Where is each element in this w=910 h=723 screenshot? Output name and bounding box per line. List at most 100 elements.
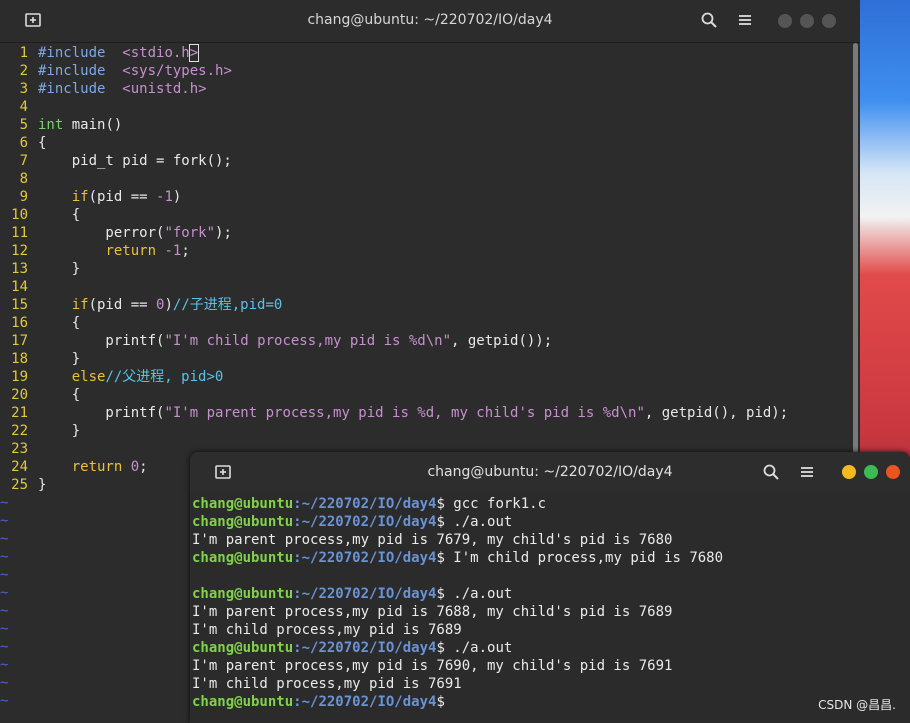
output-text: I'm child process,my pid is 7689	[192, 622, 462, 638]
output-text: I'm child process,my pid is 7691	[192, 676, 462, 692]
tilde-marker: ~	[0, 639, 9, 655]
line-number: 22	[11, 423, 28, 439]
code-token: return	[71, 459, 123, 475]
code-token: );	[215, 225, 232, 241]
code-line[interactable]: 24 return 0;	[0, 458, 148, 476]
close-button[interactable]	[886, 465, 900, 479]
line-number: 13	[11, 261, 28, 277]
code-token: ;	[181, 243, 190, 259]
code-line[interactable]: 6{	[0, 134, 47, 152]
tilde-marker: ~	[0, 693, 9, 709]
code-token: }	[38, 423, 81, 439]
code-token: "I'm parent process,my pid is %d, my chi…	[164, 405, 645, 421]
line-number: 1	[19, 45, 28, 61]
code-token: ;	[139, 459, 148, 475]
code-line[interactable]: 7 pid_t pid = fork();	[0, 152, 232, 170]
maximize-button[interactable]	[800, 14, 814, 28]
prompt-user: chang@ubuntu	[192, 550, 294, 566]
maximize-button[interactable]	[864, 465, 878, 479]
code-line[interactable]: 18 }	[0, 350, 80, 368]
code-token: else	[71, 369, 106, 385]
code-token: (pid ==	[88, 297, 157, 313]
code-token: 0	[130, 459, 140, 475]
code-line[interactable]: 14	[0, 278, 38, 296]
code-line[interactable]: 12 return -1;	[0, 242, 190, 260]
line-number: 21	[11, 405, 28, 421]
line-number: 6	[19, 135, 28, 151]
command-text: $ ./a.out	[436, 586, 513, 602]
line-number: 4	[19, 99, 28, 115]
empty-buffer-line: ~	[0, 692, 12, 710]
code-token: <unistd.h>	[122, 81, 207, 97]
prompt-line: chang@ubuntu:~/220702/IO/day4$ I'm child…	[192, 549, 723, 567]
code-line[interactable]: 22 }	[0, 422, 80, 440]
output-text: I'm parent process,my pid is 7679, my ch…	[192, 532, 673, 548]
tilde-marker: ~	[0, 675, 9, 691]
empty-buffer-line: ~	[0, 602, 12, 620]
code-token: pid_t pid = fork();	[38, 153, 232, 169]
output-line: I'm child process,my pid is 7691	[192, 675, 462, 693]
code-line[interactable]: 10 {	[0, 206, 80, 224]
prompt-user: chang@ubuntu	[192, 514, 294, 530]
code-token: (pid ==	[88, 189, 157, 205]
code-line[interactable]: 2 #include <sys/types.h>	[0, 62, 232, 80]
minimize-button[interactable]	[778, 14, 792, 28]
code-line[interactable]: 4	[0, 98, 38, 116]
search-icon[interactable]	[762, 463, 782, 483]
code-line[interactable]: 13 }	[0, 260, 80, 278]
prompt-path: :~/220702/IO/day4	[293, 694, 437, 710]
code-line[interactable]: 11 perror("fork");	[0, 224, 232, 242]
code-token: int	[38, 117, 64, 133]
code-token: )	[164, 297, 173, 313]
hamburger-menu-icon[interactable]	[736, 11, 756, 31]
line-number: 18	[11, 351, 28, 367]
line-number: 24	[11, 459, 28, 475]
code-token: <sys/types.h>	[122, 63, 232, 79]
terminal-output[interactable]: chang@ubuntu:~/220702/IO/day4$ gcc fork1…	[192, 494, 910, 723]
command-text: $ ./a.out	[436, 514, 513, 530]
code-line[interactable]: 5 int main()	[0, 116, 123, 134]
code-line[interactable]: 23	[0, 440, 38, 458]
code-line[interactable]: 19 else//父进程, pid>0	[0, 368, 223, 386]
prompt-path: :~/220702/IO/day4	[293, 586, 437, 602]
code-line[interactable]: 17 printf("I'm child process,my pid is %…	[0, 332, 552, 350]
code-line[interactable]: 9 if(pid == -1)	[0, 188, 182, 206]
hamburger-menu-icon[interactable]	[798, 463, 818, 483]
prompt-line: chang@ubuntu:~/220702/IO/day4$ ./a.out	[192, 585, 512, 603]
empty-buffer-line: ~	[0, 494, 12, 512]
editor-scrollbar[interactable]	[853, 43, 858, 453]
code-line[interactable]: 20 {	[0, 386, 80, 404]
code-line[interactable]: 1 #include <stdio.h>	[0, 44, 200, 62]
empty-buffer-line: ~	[0, 530, 12, 548]
search-icon[interactable]	[700, 11, 720, 31]
prompt-user: chang@ubuntu	[192, 694, 294, 710]
prompt-line: chang@ubuntu:~/220702/IO/day4$	[192, 693, 445, 711]
close-button[interactable]	[822, 14, 836, 28]
code-line[interactable]: 8	[0, 170, 38, 188]
command-text: $ ./a.out	[436, 640, 513, 656]
watermark: CSDN @昌昌.	[818, 698, 896, 712]
code-line[interactable]: 16 {	[0, 314, 80, 332]
minimize-button[interactable]	[842, 465, 856, 479]
empty-buffer-line: ~	[0, 566, 12, 584]
empty-buffer-line: ~	[0, 638, 12, 656]
output-line: I'm parent process,my pid is 7679, my ch…	[192, 531, 672, 549]
code-line[interactable]: 25}	[0, 476, 46, 494]
tilde-marker: ~	[0, 657, 9, 673]
code-token: {	[38, 135, 47, 151]
code-line[interactable]: 15 if(pid == 0)//子进程,pid=0	[0, 296, 282, 314]
command-text: $ I'm child process,my pid is 7680	[436, 550, 724, 566]
tilde-marker: ~	[0, 549, 9, 565]
code-line[interactable]: 3 #include <unistd.h>	[0, 80, 207, 98]
empty-buffer-line: ~	[0, 584, 12, 602]
empty-buffer-line: ~	[0, 656, 12, 674]
code-token: //父进程, pid>0	[105, 369, 224, 385]
code-line[interactable]: 21 printf("I'm parent process,my pid is …	[0, 404, 788, 422]
prompt-path: :~/220702/IO/day4	[293, 550, 437, 566]
tilde-marker: ~	[0, 531, 9, 547]
